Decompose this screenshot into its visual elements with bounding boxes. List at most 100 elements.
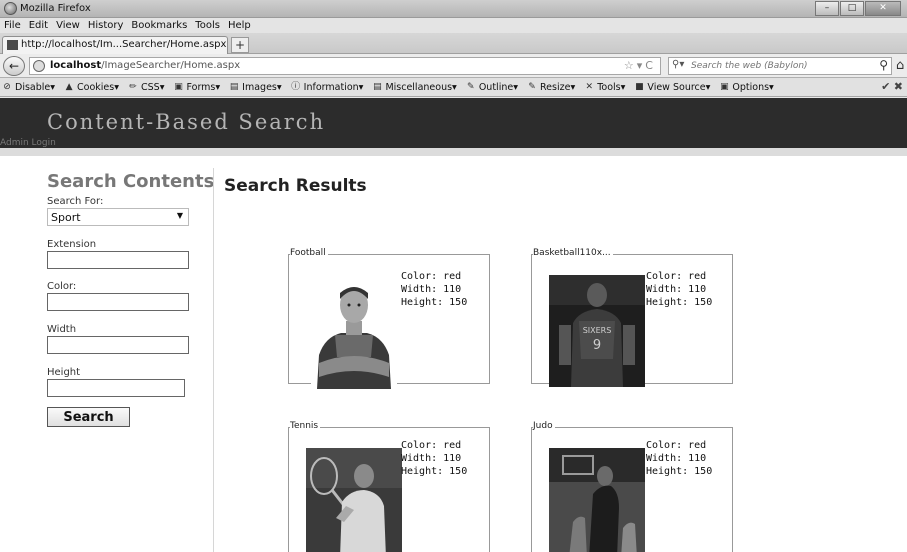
menu-bookmarks[interactable]: Bookmarks	[131, 18, 187, 33]
dev-disable[interactable]: ⊘ Disable ▾	[2, 82, 55, 93]
window-title: Mozilla Firefox	[20, 3, 91, 14]
information-icon: ⓘ	[291, 82, 301, 92]
dev-cookies[interactable]: ▲ Cookies ▾	[64, 82, 119, 93]
resize-icon: ✎	[528, 82, 536, 92]
new-tab-button[interactable]: +	[231, 37, 249, 53]
dev-images[interactable]: ▤ Images ▾	[229, 82, 282, 93]
menu-tools[interactable]: Tools	[195, 18, 220, 33]
result-height: Height: 150	[646, 466, 713, 477]
dev-css[interactable]: ✏ CSS ▾	[128, 82, 164, 93]
dev-information[interactable]: ⓘ Information ▾	[291, 82, 363, 93]
menu-history[interactable]: History	[88, 18, 124, 33]
result-color: Color: red	[646, 271, 707, 282]
tools-icon: ✕	[585, 82, 593, 92]
result-meta: Color: red Width: 110 Height: 150	[646, 439, 712, 478]
result-width: Width: 110	[646, 284, 707, 295]
bookmark-star-icon[interactable]: ☆▾C	[624, 59, 656, 72]
menu-view[interactable]: View	[56, 18, 80, 33]
search-for-select[interactable]: Sport ▼	[47, 208, 189, 226]
result-name: Football	[290, 248, 328, 258]
result-height: Height: 150	[401, 297, 468, 308]
extension-input[interactable]	[47, 251, 189, 269]
width-label: Width	[47, 324, 77, 335]
firefox-icon	[4, 2, 17, 15]
result-width: Width: 110	[401, 453, 462, 464]
color-input[interactable]	[47, 293, 189, 311]
result-name: Judo	[533, 421, 555, 431]
page-viewport: Content-Based Search Admin Login Search …	[0, 98, 907, 552]
admin-login-link[interactable]: Admin Login	[0, 138, 56, 148]
result-width: Width: 110	[401, 284, 462, 295]
results-title: Search Results	[224, 176, 367, 196]
dev-view-source[interactable]: ■ View Source ▾	[634, 82, 710, 93]
url-host: localhost	[50, 60, 102, 71]
close-button[interactable]: ✕	[865, 1, 901, 16]
site-title: Content-Based Search	[47, 110, 326, 134]
result-meta: Color: red Width: 110 Height: 150	[646, 270, 712, 309]
width-input[interactable]	[47, 336, 189, 354]
maximize-button[interactable]: □	[840, 1, 864, 16]
menu-edit[interactable]: Edit	[29, 18, 48, 33]
result-meta: Color: red Width: 110 Height: 150	[401, 439, 467, 478]
color-label: Color:	[47, 281, 77, 292]
css-icon: ✏	[129, 82, 137, 92]
search-icon[interactable]: ⚲	[879, 58, 888, 72]
tab-home[interactable]: http://localhost/Im...Searcher/Home.aspx	[2, 36, 228, 54]
url-path: /ImageSearcher/Home.aspx	[101, 60, 241, 71]
chevron-down-icon: ▼	[176, 211, 183, 220]
url-bar[interactable]: localhost/ImageSearcher/Home.aspx ☆▾C	[29, 57, 661, 75]
result-height: Height: 150	[401, 466, 468, 477]
dev-outline[interactable]: ✎ Outline ▾	[466, 82, 518, 93]
search-engine-icon[interactable]: ⚲▾	[672, 59, 684, 70]
home-icon[interactable]: ⌂	[896, 58, 904, 73]
height-label: Height	[47, 367, 81, 378]
search-sidebar: Search Contents Search For: Sport ▼ Exte…	[0, 156, 215, 552]
header-divider	[0, 148, 907, 156]
validation-status-icon[interactable]: ✔ ✖	[881, 80, 903, 93]
web-search-box[interactable]: ⚲▾ ⚲	[668, 57, 892, 75]
svg-text:9: 9	[593, 338, 601, 353]
menu-help[interactable]: Help	[228, 18, 251, 33]
basketball-player-image[interactable]: SIXERS 9	[549, 275, 645, 387]
images-icon: ▤	[229, 82, 239, 92]
sidebar-title: Search Contents	[47, 171, 215, 192]
back-button[interactable]: ←	[3, 56, 25, 76]
navigation-bar: ← localhost/ImageSearcher/Home.aspx ☆▾C …	[0, 54, 907, 78]
web-developer-toolbar: ⊘ Disable ▾ ▲ Cookies ▾ ✏ CSS ▾ ▣ Forms ▾ ▤ Image…	[0, 78, 907, 97]
result-name: Tennis	[290, 421, 321, 431]
result-card-tennis: Tennis Color: red Width: 110 Height: 150	[288, 421, 490, 552]
tab-bar: http://localhost/Im...Searcher/Home.aspx…	[0, 33, 907, 54]
search-button[interactable]: Search	[47, 407, 130, 427]
result-width: Width: 110	[646, 453, 707, 464]
dev-miscellaneous[interactable]: ▤ Miscellaneous ▾	[372, 82, 457, 93]
football-player-image[interactable]	[311, 277, 397, 389]
tennis-player-image[interactable]	[306, 448, 402, 552]
search-for-value: Sport	[51, 211, 81, 224]
dev-resize[interactable]: ✎ Resize ▾	[527, 82, 575, 93]
dev-forms[interactable]: ▣ Forms ▾	[174, 82, 220, 93]
disable-icon: ⊘	[3, 82, 11, 92]
site-identity-icon[interactable]	[33, 60, 45, 72]
window-titlebar: Mozilla Firefox – □ ✕	[0, 0, 907, 18]
url-text: localhost/ImageSearcher/Home.aspx	[50, 60, 240, 71]
dev-tools[interactable]: ✕ Tools ▾	[584, 82, 625, 93]
result-name: Basketball110x...	[533, 248, 613, 258]
forms-icon: ▣	[174, 82, 183, 92]
result-color: Color: red	[401, 271, 462, 282]
menu-file[interactable]: File	[4, 18, 21, 33]
view-source-icon: ■	[635, 82, 644, 92]
dev-options[interactable]: ▣ Options ▾	[719, 82, 774, 93]
result-card-football: Football Color: red Width: 110 Height: 1…	[288, 248, 490, 389]
tab-label: http://localhost/Im...Searcher/Home.aspx	[21, 39, 227, 50]
result-card-judo: Judo Color: red Width: 110 Height: 150	[531, 421, 733, 552]
height-input[interactable]	[47, 379, 185, 397]
site-header: Content-Based Search Admin Login	[0, 98, 907, 148]
extension-label: Extension	[47, 239, 97, 250]
judo-image[interactable]	[549, 448, 645, 552]
sidebar-divider	[213, 168, 214, 552]
page-favicon-icon	[7, 40, 18, 50]
web-search-input[interactable]	[691, 59, 867, 73]
minimize-button[interactable]: –	[815, 1, 839, 16]
window-controls: – □ ✕	[814, 1, 901, 16]
outline-icon: ✎	[467, 82, 475, 92]
